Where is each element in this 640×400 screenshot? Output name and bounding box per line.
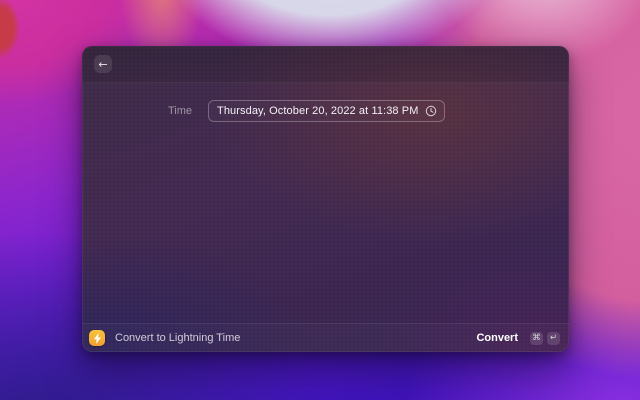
time-form-row: Time Thursday, October 20, 2022 at 11:38… (82, 100, 569, 122)
lightning-bolt-icon (93, 332, 101, 344)
lightning-extension-icon (89, 330, 105, 346)
window-header: ← (82, 46, 569, 83)
convert-button[interactable]: Convert ⌘ ↵ (476, 331, 560, 345)
return-key-icon: ↵ (547, 331, 560, 345)
clock-icon[interactable] (425, 105, 437, 117)
back-button[interactable]: ← (94, 55, 112, 73)
raycast-window: ← Time Thursday, October 20, 2022 at 11:… (82, 46, 569, 352)
action-bar: Convert to Lightning Time Convert ⌘ ↵ (82, 323, 569, 352)
command-key-icon: ⌘ (530, 331, 543, 345)
datetime-value: Thursday, October 20, 2022 at 11:38 PM (217, 105, 419, 117)
convert-button-label: Convert (476, 332, 518, 344)
time-field-label: Time (167, 105, 192, 117)
datetime-input[interactable]: Thursday, October 20, 2022 at 11:38 PM (208, 100, 445, 122)
command-title: Convert to Lightning Time (115, 332, 241, 344)
